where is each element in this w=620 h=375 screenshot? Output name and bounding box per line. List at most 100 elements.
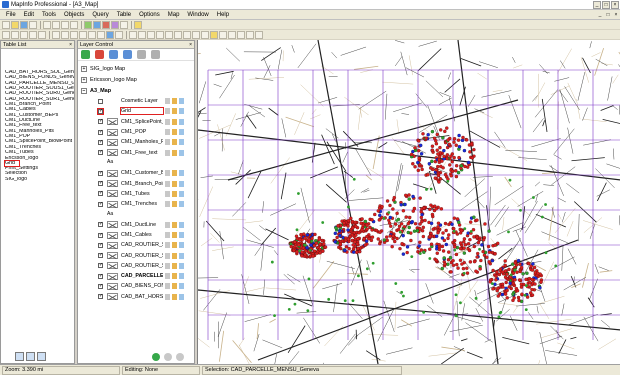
map-node-active[interactable]: − A3_Map (78, 85, 196, 96)
selectable-icon[interactable] (172, 273, 177, 280)
editable-icon[interactable] (165, 108, 170, 115)
layer-name[interactable]: CM1_SplicePoint_E (121, 119, 163, 125)
layer-row[interactable]: Aa (78, 209, 196, 219)
layer-visibility-checkbox[interactable]: ✓ (98, 201, 103, 207)
autolabel-icon[interactable] (179, 232, 184, 238)
selectable-icon[interactable] (172, 149, 177, 156)
add-layer-icon[interactable] (81, 50, 90, 59)
layer-name[interactable]: CAD_ROUTIER_SUS (121, 253, 163, 259)
menu-help[interactable]: Help (213, 12, 233, 18)
selectable-icon[interactable] (172, 98, 177, 105)
layer-visibility-checkbox[interactable]: ✓ (98, 263, 103, 269)
editable-icon[interactable] (165, 129, 170, 136)
move-layer-up-icon[interactable] (109, 50, 118, 59)
frame-tool-icon[interactable] (201, 30, 209, 39)
marquee-select-icon[interactable] (11, 30, 19, 39)
layer-row[interactable]: ✓ CAD_ROUTIER_SO (78, 261, 196, 271)
layer-visibility-checkbox[interactable]: ✓ (98, 150, 103, 156)
editable-icon[interactable] (165, 190, 170, 197)
text-style-icon[interactable] (255, 30, 263, 39)
new-browser-icon[interactable] (84, 20, 92, 29)
region-style-icon[interactable] (246, 30, 254, 39)
layer-options-icon[interactable] (151, 50, 160, 59)
layer-row[interactable]: ✓ CM1_DuctLine (78, 220, 196, 230)
help-icon[interactable] (176, 353, 184, 361)
editable-icon[interactable] (165, 201, 170, 208)
editable-icon[interactable] (165, 139, 170, 146)
line-style-icon[interactable] (237, 30, 245, 39)
editable-icon[interactable] (165, 149, 170, 156)
selectable-icon[interactable] (172, 170, 177, 177)
layer-row[interactable]: ✓ CM1_Trenches (78, 199, 196, 209)
add-node-icon[interactable] (219, 30, 227, 39)
zoom-out-icon[interactable] (61, 30, 69, 39)
layer-row[interactable]: ✓ CAD_BIENS_FONE (78, 281, 196, 291)
selection-status[interactable]: Selection: CAD_PARCELLE_MENSU_Geneva (202, 365, 402, 375)
layer-row[interactable]: ✓ CM1_Cables (78, 230, 196, 240)
menu-edit[interactable]: Edit (20, 12, 38, 18)
selectable-icon[interactable] (172, 221, 177, 228)
selectable-icon[interactable] (172, 252, 177, 259)
layer-visibility-checkbox[interactable]: ✓ (98, 294, 103, 300)
layer-name[interactable]: CM1_Branch_Poin (121, 181, 163, 187)
layer-row[interactable]: ✓ CAD_BAT_HORS_ (78, 292, 196, 302)
selectable-icon[interactable] (172, 180, 177, 187)
layer-visibility-checkbox[interactable]: ✓ (98, 283, 103, 289)
symbol-tool-icon[interactable] (129, 30, 137, 39)
autolabel-icon[interactable] (179, 283, 184, 290)
layer-visibility-checkbox[interactable]: ✓ (98, 232, 103, 238)
autolabel-icon[interactable] (179, 118, 184, 125)
selectable-icon[interactable] (172, 139, 177, 146)
editable-icon[interactable] (165, 98, 170, 105)
layer-name[interactable]: CM1_POP (121, 129, 163, 135)
layer-row[interactable]: ✓ CAD_ROUTIER_SUS (78, 250, 196, 260)
layer-name[interactable]: CAD_ROUTIER_SUS (121, 242, 163, 248)
layer-name[interactable]: CAD_PARCELLE_ (121, 273, 163, 279)
line-tool-icon[interactable] (138, 30, 146, 39)
layer-name[interactable]: CAD_BAT_HORS_ (121, 294, 163, 300)
editing-status[interactable]: Editing: None (122, 365, 200, 375)
autolabel-icon[interactable] (179, 139, 184, 146)
new-layout-icon[interactable] (111, 20, 119, 29)
menu-tools[interactable]: Tools (38, 12, 60, 18)
autolabel-icon[interactable] (179, 108, 184, 115)
layer-visibility-checkbox[interactable]: ✓ (98, 139, 103, 145)
table-list-item[interactable]: Ericsson_logo (5, 156, 74, 161)
selectable-icon[interactable] (172, 190, 177, 197)
layer-name[interactable]: CAD_ROUTIER_SO (121, 263, 163, 269)
layer-name[interactable]: CM1_Tubes (121, 191, 163, 197)
layer-name[interactable]: Cosmetic Layer (121, 98, 163, 104)
map-node[interactable]: + SIG_logo Map (78, 63, 196, 74)
map-window[interactable] (197, 40, 620, 364)
open-table-icon[interactable] (11, 20, 19, 29)
autolabel-icon[interactable] (179, 262, 184, 269)
menu-options[interactable]: Options (135, 12, 164, 18)
layer-visibility-checkbox[interactable]: ✓ (98, 273, 103, 279)
editable-icon[interactable] (165, 293, 170, 300)
layer-visibility-checkbox[interactable]: ✓ (97, 107, 104, 115)
expand-icon[interactable]: + (81, 65, 87, 72)
undo-icon[interactable] (70, 20, 78, 29)
selectable-icon[interactable] (172, 108, 177, 115)
editable-icon[interactable] (165, 283, 170, 290)
menu-window[interactable]: Window (183, 12, 212, 18)
apply-icon[interactable] (152, 353, 160, 361)
autolabel-icon[interactable] (179, 201, 184, 208)
selectable-icon[interactable] (172, 242, 177, 249)
doc-maximize-button[interactable]: □ (604, 12, 612, 18)
layer-visibility-checkbox[interactable]: ✓ (98, 242, 103, 248)
boundary-select-icon[interactable] (38, 30, 46, 39)
new-graph-icon[interactable] (102, 20, 110, 29)
polygon-tool-icon[interactable] (165, 30, 173, 39)
menu-query[interactable]: Query (88, 12, 112, 18)
autolabel-icon[interactable] (179, 242, 184, 249)
polyline-tool-icon[interactable] (147, 30, 155, 39)
layer-name[interactable]: CM1_Trenches (121, 201, 163, 207)
help-icon[interactable] (134, 20, 142, 29)
select-arrow-icon[interactable] (2, 30, 10, 39)
layer-row[interactable]: ✓ CAD_PARCELLE_ (78, 271, 196, 281)
editable-icon[interactable] (165, 262, 170, 269)
layer-row[interactable]: Aa (78, 158, 196, 168)
layer-name[interactable]: CM1_DuctLine (121, 222, 163, 228)
map-node[interactable]: + Ericsson_logo Map (78, 74, 196, 85)
